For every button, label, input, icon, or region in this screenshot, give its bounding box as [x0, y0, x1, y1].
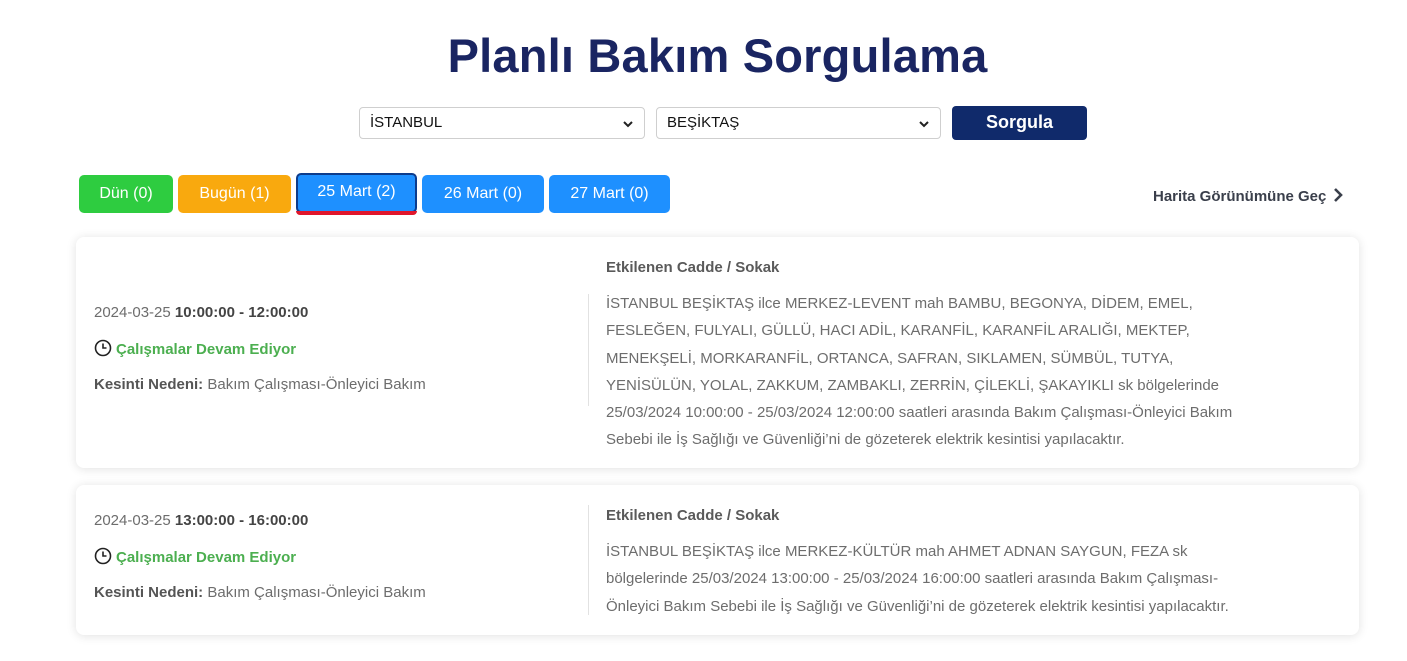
tab-yesterday[interactable]: Dün (0): [79, 175, 173, 213]
status-badge: Çalışmalar Devam Ediyor: [94, 547, 426, 566]
outage-reason: Kesinti Nedeni: Bakım Çalışması-Önleyici…: [94, 376, 426, 393]
outage-details: Etkilenen Cadde / Sokak İSTANBUL BEŞİKTA…: [606, 507, 1246, 620]
streets-heading: Etkilenen Cadde / Sokak: [606, 259, 780, 276]
reason-label: Kesinti Nedeni:: [94, 376, 204, 393]
district-select[interactable]: BEŞİKTAŞ: [656, 107, 941, 139]
reason-value: Bakım Çalışması-Önleyici Bakım: [207, 376, 426, 393]
outage-description: İSTANBUL BEŞİKTAŞ ilce MERKEZ-KÜLTÜR mah…: [606, 543, 1229, 615]
page-title: Planlı Bakım Sorgulama: [447, 29, 988, 82]
outage-datetime: 2024-03-25 13:00:00 - 16:00:00: [94, 512, 426, 529]
outage-reason: Kesinti Nedeni: Bakım Çalışması-Önleyici…: [94, 584, 426, 601]
status-text: Çalışmalar Devam Ediyor: [116, 549, 297, 566]
divider: [588, 505, 589, 615]
district-select-value: BEŞİKTAŞ: [667, 114, 740, 131]
outage-summary: 2024-03-25 13:00:00 - 16:00:00 Çalışmala…: [94, 512, 426, 601]
reason-label: Kesinti Nedeni:: [94, 584, 204, 601]
clock-icon: [94, 339, 112, 357]
outage-card: 2024-03-25 13:00:00 - 16:00:00 Çalışmala…: [76, 485, 1359, 635]
outage-card: 2024-03-25 10:00:00 - 12:00:00 Çalışmala…: [76, 237, 1359, 468]
outage-date: 2024-03-25: [94, 304, 171, 321]
chevron-down-icon: [622, 108, 634, 138]
outage-date: 2024-03-25: [94, 512, 171, 529]
tab-27-march[interactable]: 27 Mart (0): [549, 175, 670, 213]
outage-summary: 2024-03-25 10:00:00 - 12:00:00 Çalışmala…: [94, 304, 426, 393]
city-select[interactable]: İSTANBUL: [359, 107, 645, 139]
status-badge: Çalışmalar Devam Ediyor: [94, 339, 426, 358]
city-select-value: İSTANBUL: [370, 114, 443, 131]
outage-datetime: 2024-03-25 10:00:00 - 12:00:00: [94, 304, 426, 321]
chevron-down-icon: [918, 108, 930, 138]
map-view-link-label: Harita Görünümüne Geç: [1153, 188, 1327, 205]
tab-26-march[interactable]: 26 Mart (0): [422, 175, 544, 213]
streets-heading: Etkilenen Cadde / Sokak: [606, 507, 780, 524]
status-text: Çalışmalar Devam Ediyor: [116, 341, 297, 358]
outage-details: Etkilenen Cadde / Sokak İSTANBUL BEŞİKTA…: [606, 259, 1246, 454]
clock-icon: [94, 547, 112, 565]
map-view-link[interactable]: Harita Görünümüne Geç: [1153, 187, 1344, 205]
reason-value: Bakım Çalışması-Önleyici Bakım: [207, 584, 426, 601]
chevron-right-icon: [1334, 188, 1344, 202]
tab-today[interactable]: Bugün (1): [178, 175, 291, 213]
outage-description: İSTANBUL BEŞİKTAŞ ilce MERKEZ-LEVENT mah…: [606, 295, 1233, 449]
divider: [588, 294, 589, 406]
query-button[interactable]: Sorgula: [952, 106, 1087, 140]
tab-25-march[interactable]: 25 Mart (2): [296, 173, 417, 215]
outage-time-range: 13:00:00 - 16:00:00: [174, 512, 309, 529]
outage-time-range: 10:00:00 - 12:00:00: [174, 304, 309, 321]
